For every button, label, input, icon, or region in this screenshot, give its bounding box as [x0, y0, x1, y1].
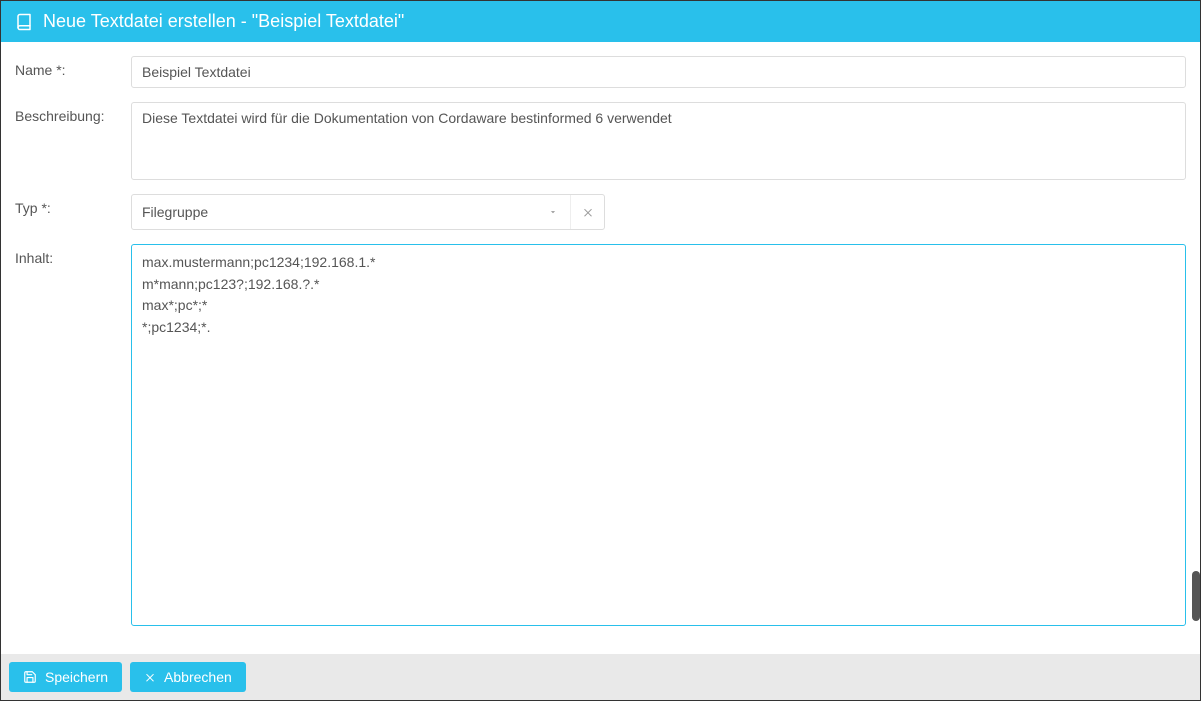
content-input[interactable] — [131, 244, 1186, 626]
dialog-header: Neue Textdatei erstellen - "Beispiel Tex… — [1, 1, 1200, 42]
form-area: Name *: Beschreibung: Typ *: Filegruppe … — [1, 42, 1200, 654]
content-label: Inhalt: — [15, 244, 131, 626]
name-label: Name *: — [15, 56, 131, 88]
save-button[interactable]: Speichern — [9, 662, 122, 692]
description-label: Beschreibung: — [15, 102, 131, 180]
scrollbar-thumb[interactable] — [1192, 571, 1200, 621]
type-select[interactable]: Filegruppe — [131, 194, 605, 230]
dialog-footer: Speichern Abbrechen — [1, 654, 1200, 700]
name-input[interactable] — [131, 56, 1186, 88]
type-select-value: Filegruppe — [132, 204, 536, 220]
clear-icon[interactable] — [570, 195, 604, 229]
cancel-button[interactable]: Abbrechen — [130, 662, 246, 692]
save-button-label: Speichern — [45, 669, 108, 685]
description-input[interactable] — [131, 102, 1186, 180]
type-label: Typ *: — [15, 194, 131, 230]
caret-down-icon[interactable] — [536, 195, 570, 229]
book-icon — [15, 13, 33, 31]
save-icon — [23, 670, 37, 684]
close-icon — [144, 671, 156, 683]
dialog-title: Neue Textdatei erstellen - "Beispiel Tex… — [43, 11, 404, 32]
cancel-button-label: Abbrechen — [164, 669, 232, 685]
